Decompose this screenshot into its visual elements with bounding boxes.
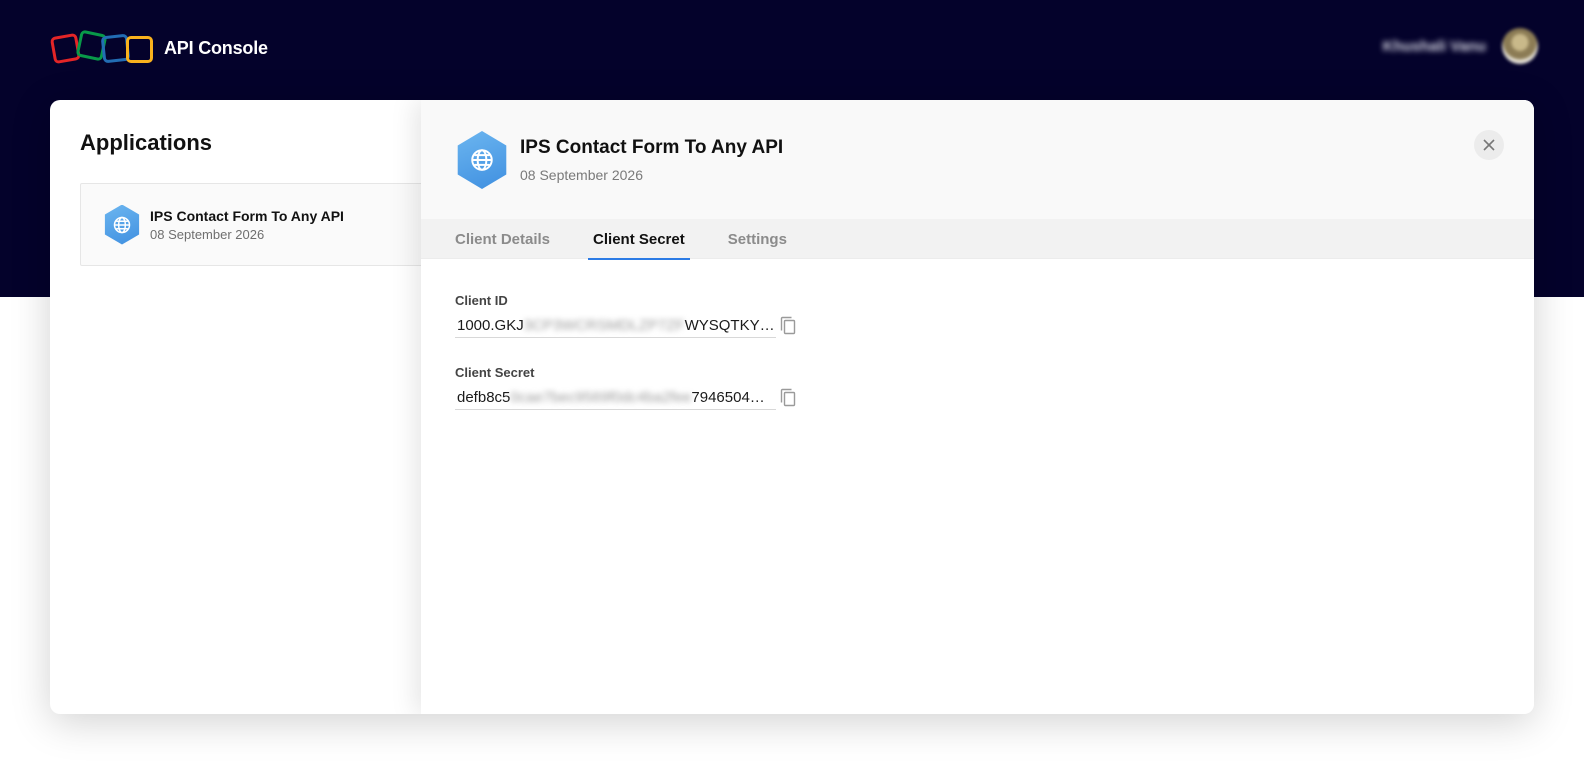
detail-title: IPS Contact Form To Any API — [520, 137, 784, 158]
client-secret-field: Client Secret defb8c5 0cae7bec9569f0dc4ba… — [455, 365, 800, 410]
client-secret-masked: 0cae7bec9569f0dc4ba2fee — [510, 389, 692, 406]
applications-card: Applications IPS Contact Form To Any API… — [50, 100, 1534, 714]
close-button[interactable] — [1474, 130, 1504, 160]
application-name: IPS Contact Form To Any API — [150, 207, 344, 224]
detail-tabs: Client Details Client Secret Settings — [421, 219, 1534, 260]
client-secret-label: Client Secret — [455, 365, 535, 380]
globe-icon — [457, 131, 507, 189]
detail-header: IPS Contact Form To Any API 08 September… — [421, 100, 1534, 219]
client-id-label: Client ID — [455, 293, 508, 308]
user-menu[interactable]: Khushali Vanu — [1383, 28, 1538, 64]
brand[interactable]: API Console — [49, 29, 268, 66]
globe-icon — [104, 204, 140, 245]
application-detail-panel: IPS Contact Form To Any API 08 September… — [421, 100, 1534, 714]
client-id-masked: 3CP3WCRSMDLZP7ZF — [523, 317, 685, 334]
client-id-visible-start: 1000.GKJ — [457, 317, 524, 334]
detail-date: 08 September 2026 — [520, 167, 643, 183]
applications-title: Applications — [80, 130, 213, 155]
client-secret-visible-start: defb8c5 — [457, 389, 511, 406]
brand-logo-icon — [49, 29, 156, 66]
client-id-visible-end: WYSQTKY… — [684, 317, 775, 334]
tab-client-details[interactable]: Client Details — [450, 219, 555, 259]
application-date: 08 September 2026 — [150, 226, 265, 242]
brand-name: API Console — [164, 37, 268, 58]
copy-icon[interactable] — [778, 387, 798, 409]
client-secret-visible-end: 7946504… — [691, 389, 765, 406]
client-id-value[interactable]: 1000.GKJ 3CP3WCRSMDLZP7ZF WYSQTKY… — [455, 314, 776, 338]
client-secret-value[interactable]: defb8c5 0cae7bec9569f0dc4ba2fee 7946504… — [455, 386, 776, 410]
avatar[interactable] — [1502, 28, 1538, 64]
user-name: Khushali Vanu — [1382, 37, 1486, 55]
client-id-field: Client ID 1000.GKJ 3CP3WCRSMDLZP7ZF WYSQTK… — [455, 293, 800, 338]
tab-client-secret[interactable]: Client Secret — [588, 219, 690, 260]
application-list-item[interactable]: IPS Contact Form To Any API 08 September… — [80, 183, 460, 266]
copy-icon[interactable] — [778, 315, 798, 337]
close-icon — [1483, 139, 1495, 151]
tab-settings[interactable]: Settings — [723, 219, 792, 259]
